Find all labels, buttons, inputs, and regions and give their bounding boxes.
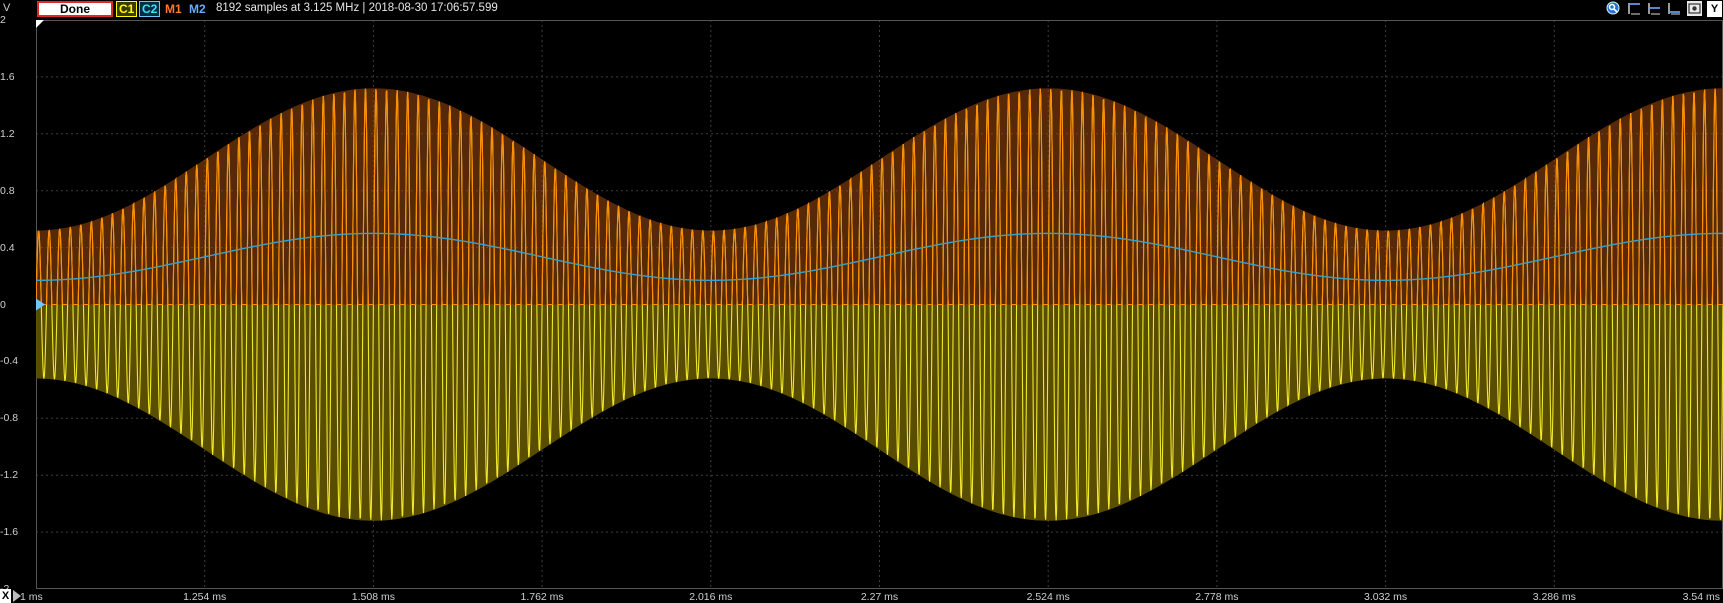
x-tick-label: 1.254 ms: [183, 591, 227, 603]
done-button[interactable]: Done: [37, 1, 113, 17]
x-tick-label: 3.286 ms: [1532, 591, 1576, 603]
align-bottom-icon[interactable]: [1667, 1, 1682, 16]
x-tick-label: 3.032 ms: [1363, 591, 1408, 603]
y-tick-label: -0.8: [0, 412, 19, 425]
x-tick-label: 1 ms: [20, 591, 43, 603]
align-middle-icon[interactable]: [1647, 1, 1662, 16]
x-tick-label: 2.27 ms: [860, 591, 899, 603]
y-tick-label: 0.8: [0, 184, 15, 197]
gallery-icon[interactable]: [1687, 1, 1702, 16]
y-tick-label: 1.6: [0, 70, 15, 83]
y-tick-label: -1.2: [0, 469, 19, 482]
x-axis-button[interactable]: X: [0, 589, 11, 603]
x-tick-label: 2.016 ms: [689, 591, 733, 603]
waveform-plot[interactable]: [36, 20, 1723, 589]
x-tick-label: 2.778 ms: [1195, 591, 1239, 603]
channel-button-c2[interactable]: C2: [139, 1, 161, 17]
y-axis: 21.61.20.80.40-0.4-0.8-1.2-1.6-2: [0, 0, 36, 603]
x-tick-label: 1.762 ms: [520, 591, 564, 603]
y-tick-label: 1.2: [0, 127, 15, 140]
y-axis-button[interactable]: Y: [1707, 1, 1722, 17]
x-tick-label: 3.54 ms: [1682, 591, 1720, 603]
channel-button-c1[interactable]: C1: [116, 1, 138, 17]
y-tick-label: 0: [0, 298, 6, 311]
zoom-icon[interactable]: [1606, 1, 1621, 16]
x-tick-label: 2.524 ms: [1026, 591, 1070, 603]
y-tick-label: 0.4: [0, 241, 15, 254]
x-scroll-arrow-icon[interactable]: [13, 590, 21, 602]
channel-button-m2[interactable]: M2: [186, 1, 209, 17]
channel-button-m1[interactable]: M1: [162, 1, 185, 17]
y-tick-label: 2: [0, 14, 6, 26]
x-tick-label: 1.508 ms: [351, 591, 395, 603]
corner-marker-icon: [36, 20, 44, 28]
y-tick-label: -0.4: [0, 355, 19, 368]
y-tick-label: -1.6: [0, 526, 19, 539]
acquisition-status: 8192 samples at 3.125 MHz | 2018-08-30 1…: [216, 2, 498, 14]
toolbar: V Done C1 C2 M1 M2 8192 samples at 3.125 MH…: [0, 0, 1723, 19]
align-top-icon[interactable]: [1627, 1, 1642, 16]
